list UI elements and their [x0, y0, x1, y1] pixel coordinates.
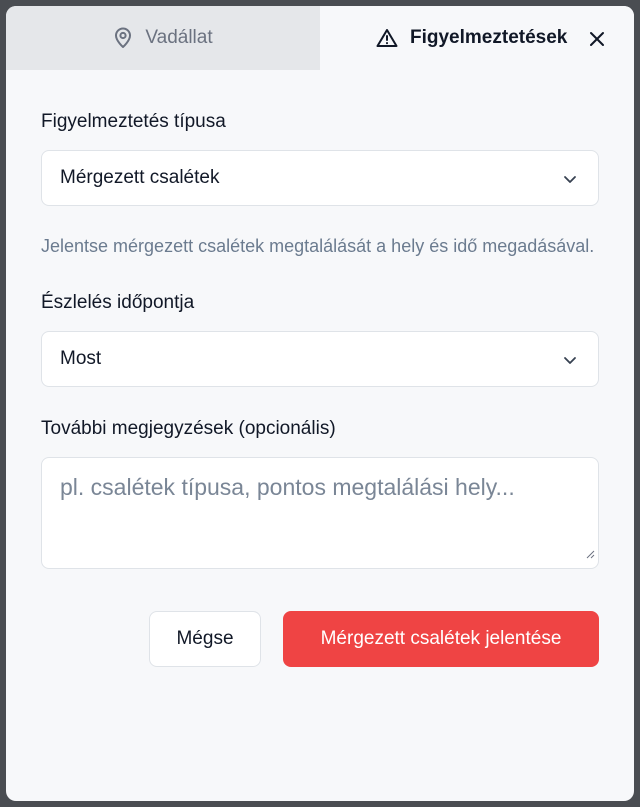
help-text: Jelentse mérgezett csalétek megtalálását… [41, 236, 595, 256]
alert-type-select[interactable]: Mérgezett csalétek [41, 150, 599, 206]
time-label: Észlelés időpontja [41, 292, 195, 313]
notes-textarea[interactable]: pl. csalétek típusa, pontos megtalálási … [41, 457, 599, 569]
cancel-button[interactable]: Mégse [149, 611, 261, 667]
tab-wildlife-label: Vadállat [145, 27, 213, 48]
dialog-actions: Mégse Mérgezett csalétek jelentése [149, 611, 599, 667]
chevron-down-icon [562, 171, 578, 187]
notes-label: További megjegyzések (opcionális) [41, 418, 336, 439]
alert-type-label: Figyelmeztetés típusa [41, 111, 226, 132]
tab-wildlife[interactable]: Vadállat [6, 6, 320, 70]
map-pin-icon [113, 27, 133, 49]
submit-report-button[interactable]: Mérgezett csalétek jelentése [283, 611, 599, 667]
time-value: Most [60, 348, 102, 369]
report-dialog: Vadállat Figyelmeztetések Figyelmeztetés… [6, 6, 634, 801]
resize-handle-icon[interactable] [585, 538, 595, 565]
warning-icon [376, 28, 398, 48]
tab-bar: Vadállat Figyelmeztetések [6, 6, 634, 70]
alert-type-value: Mérgezett csalétek [60, 167, 220, 188]
notes-placeholder: pl. csalétek típusa, pontos megtalálási … [60, 474, 515, 500]
close-icon [589, 31, 605, 47]
form-body: Figyelmeztetés típusa Mérgezett csalétek… [41, 110, 599, 569]
time-select[interactable]: Most [41, 331, 599, 387]
chevron-down-icon [562, 352, 578, 368]
close-button[interactable] [586, 28, 608, 50]
tab-alerts-label: Figyelmeztetések [410, 27, 568, 48]
